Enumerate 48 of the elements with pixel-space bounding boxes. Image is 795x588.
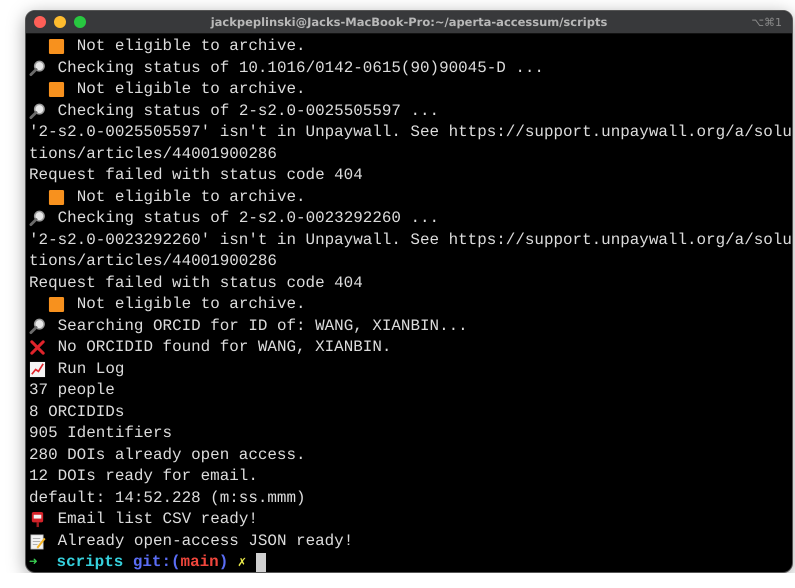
magnifier-icon	[29, 318, 46, 335]
window-title: jackpeplinski@Jacks-MacBook-Pro:~/aperta-accessum/scripts	[210, 15, 608, 29]
cursor	[256, 553, 266, 572]
output-line: Searching ORCID for ID of: WANG, XIANBIN...	[58, 316, 468, 336]
git-label: git:(	[132, 552, 181, 572]
output-line: 8 ORCIDIDs	[29, 402, 124, 422]
output-line: Not eligible to archive.	[76, 36, 306, 57]
postbox-icon	[29, 511, 46, 528]
magnifier-icon	[29, 60, 46, 77]
square-icon	[48, 296, 66, 314]
magnifier-icon	[29, 210, 46, 228]
output-line: '2-s2.0-0025505597' isn't in Unpaywall. See https://support.unpaywall.org/a/solu	[29, 122, 792, 143]
output-line: 280 DOIs already open access.	[29, 444, 306, 466]
minimize-button[interactable]	[54, 16, 66, 28]
output-line: Email list CSV ready!	[58, 509, 258, 530]
cross-icon	[29, 339, 46, 356]
output-line: Not eligible to archive.	[76, 294, 306, 315]
output-line: 12 DOIs ready for email.	[29, 466, 258, 487]
prompt-arrow: ➜	[29, 553, 38, 572]
output-line: 905 Identifiers	[29, 423, 172, 444]
shortcut-label: ⌥⌘1	[751, 16, 783, 28]
magnifier-icon	[29, 102, 46, 120]
output-line: Checking status of 10.1016/0142-0615(90)90045-D ...	[58, 58, 544, 78]
output-line: Checking status of 2-s2.0-0025505597 ...	[58, 100, 440, 122]
output-line: Already open-access JSON ready!	[58, 530, 354, 552]
prompt-directory: scripts	[56, 552, 124, 572]
output-line: Request failed with status code 404	[29, 272, 363, 294]
git-label: )	[218, 552, 228, 572]
output-line: No ORCIDID found for WANG, XIANBIN.	[58, 337, 392, 358]
dirty-mark: ✗	[238, 553, 246, 572]
output-line: tions/articles/44001900286	[29, 144, 277, 164]
output-line: Not eligible to archive.	[76, 186, 306, 208]
output-line: Checking status of 2-s2.0-0023292260 ...	[58, 208, 440, 229]
output-line: tions/articles/44001900286	[29, 251, 277, 272]
git-branch: main	[180, 552, 219, 572]
zoom-button[interactable]	[74, 16, 86, 28]
square-icon	[48, 188, 66, 206]
chart-icon	[29, 360, 46, 378]
output-line: Request failed with status code 404	[29, 165, 363, 186]
output-line: Run Log	[58, 358, 124, 380]
close-button[interactable]	[34, 16, 46, 28]
output-line: '2-s2.0-0023292260' isn't in Unpaywall. See https://support.unpaywall.org/a/solu	[29, 230, 792, 250]
memo-icon	[29, 532, 46, 550]
square-icon	[48, 81, 66, 98]
output-line: default: 14:52.228 (m:ss.mmm)	[29, 488, 306, 508]
square-icon	[48, 38, 66, 56]
output-line: Not eligible to archive.	[76, 79, 306, 100]
output-line: 37 people	[29, 380, 115, 401]
